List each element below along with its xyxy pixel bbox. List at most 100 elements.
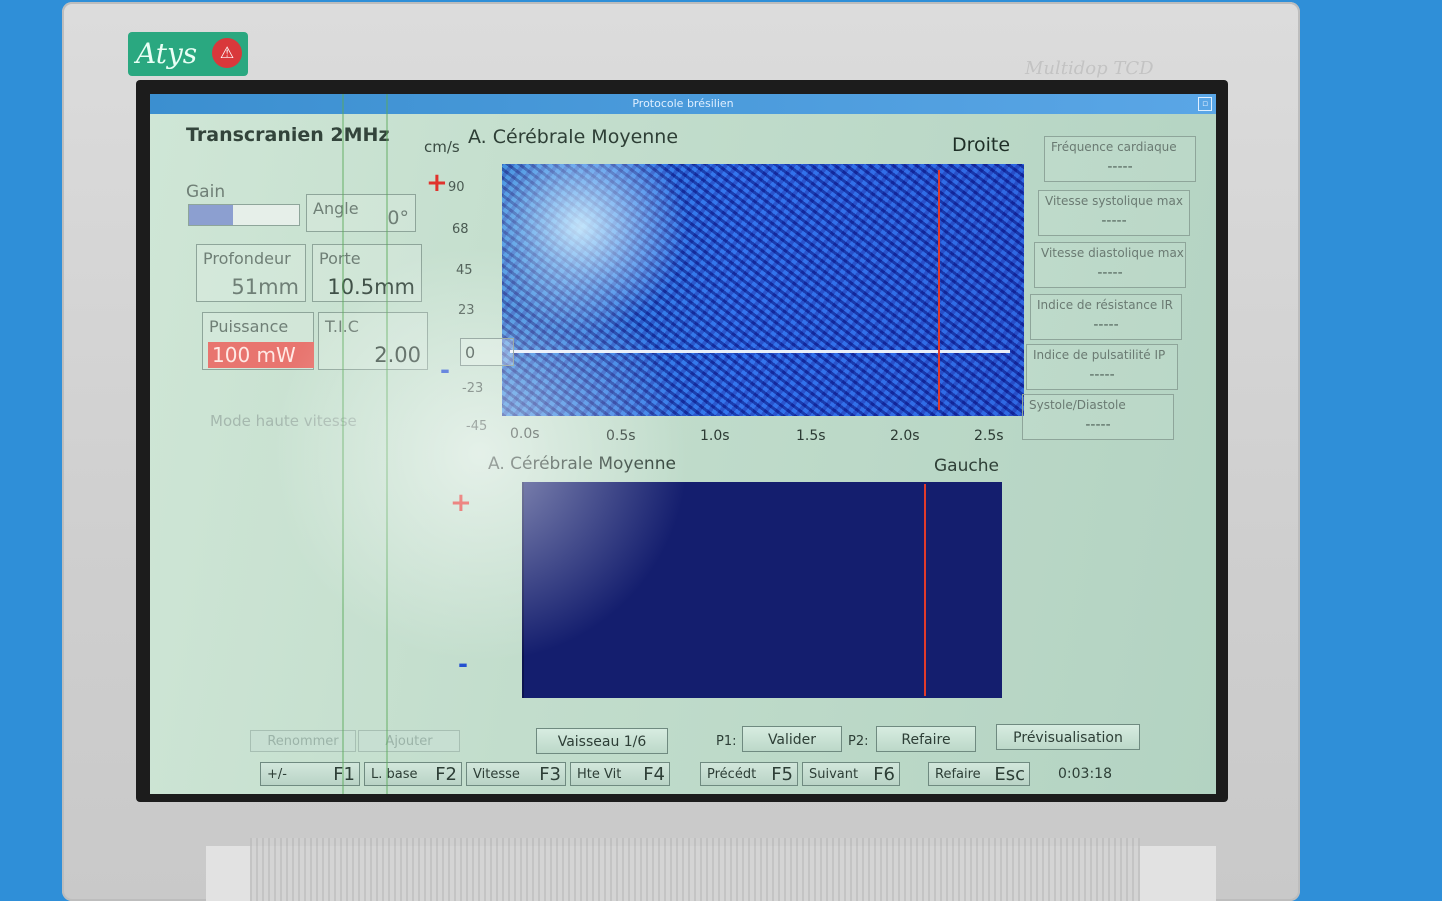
brand-model: Multidop TCD	[1025, 58, 1154, 79]
speaker-grille	[250, 838, 1140, 901]
fkey-label: +/-	[267, 767, 287, 782]
profondeur-label: Profondeur	[203, 249, 291, 268]
fkey-key: F4	[643, 764, 665, 785]
fkey-key: F5	[771, 764, 793, 785]
fkey-label: Vitesse	[473, 767, 520, 782]
fkey-high-speed[interactable]: Hte Vit F4	[570, 762, 670, 786]
puissance-value: 100 mW	[208, 342, 314, 368]
exam-timer: 0:03:18	[1058, 766, 1112, 782]
y-tick: -23	[462, 381, 484, 396]
fkey-label: Refaire	[935, 767, 981, 782]
bottom-doppler-spectrogram	[522, 482, 1002, 698]
rename-button[interactable]: Renommer	[250, 730, 356, 752]
fkey-key: F2	[435, 764, 457, 785]
profondeur-field[interactable]: Profondeur 51mm	[196, 244, 306, 302]
top-sweep-line	[938, 170, 940, 410]
screen: Protocole brésilien ▫ Transcranien 2MHz …	[150, 94, 1216, 794]
top-vessel-label: A. Cérébrale Moyenne	[468, 126, 679, 148]
porte-label: Porte	[319, 249, 361, 268]
bottom-minus-icon: -	[458, 650, 468, 678]
bottom-plus-icon: +	[450, 488, 472, 518]
fkey-label: L. base	[371, 767, 418, 782]
brand-logo-text: Atys	[136, 37, 198, 70]
add-button[interactable]: Ajouter	[358, 730, 460, 752]
porte-field[interactable]: Porte 10.5mm	[312, 244, 422, 302]
angle-field[interactable]: Angle 0°	[306, 194, 416, 232]
measure-systolic-max: Vitesse systolique max -----	[1038, 190, 1190, 236]
x-tick: 1.0s	[700, 428, 730, 444]
angle-value: 0°	[387, 207, 409, 229]
fkey-label: Suivant	[809, 767, 859, 782]
top-doppler-spectrogram	[502, 164, 1024, 416]
measure-label: Indice de pulsatilité IP	[1033, 348, 1166, 362]
measure-label: Vitesse diastolique max	[1041, 246, 1184, 260]
measure-systole-diastole: Systole/Diastole -----	[1022, 394, 1174, 440]
window-titlebar: Protocole brésilien ▫	[150, 94, 1216, 114]
y-tick: 68	[452, 222, 469, 237]
redo-button[interactable]: Refaire	[876, 726, 976, 752]
screen-artifact-line	[342, 94, 344, 794]
baseline-value-field[interactable]: 0	[460, 338, 514, 366]
measure-value: -----	[1107, 159, 1133, 175]
bottom-vessel-label: A. Cérébrale Moyenne	[488, 454, 676, 474]
validate-button[interactable]: Valider	[742, 726, 842, 752]
y-tick: 23	[458, 303, 475, 318]
tic-field[interactable]: T.I.C 2.00	[318, 312, 428, 370]
fkey-label: Précédt	[707, 767, 757, 782]
fkey-key: F6	[873, 764, 895, 785]
profondeur-value: 51mm	[231, 275, 299, 299]
fkey-speed[interactable]: Vitesse F3	[466, 762, 566, 786]
measure-value: -----	[1097, 265, 1123, 281]
bottom-side-label: Gauche	[934, 456, 999, 476]
fkey-key: F3	[539, 764, 561, 785]
measure-label: Fréquence cardiaque	[1051, 140, 1177, 154]
measure-label: Systole/Diastole	[1029, 398, 1126, 412]
x-tick: 0.0s	[510, 426, 540, 442]
x-tick: 0.5s	[606, 428, 636, 444]
y-tick: 90	[448, 180, 465, 195]
measure-label: Indice de résistance IR	[1037, 298, 1173, 312]
high-speed-mode-label[interactable]: Mode haute vitesse	[210, 412, 357, 430]
x-tick: 1.5s	[796, 428, 826, 444]
measure-resistance-index: Indice de résistance IR -----	[1030, 294, 1182, 340]
fkey-key: Esc	[994, 764, 1025, 785]
p2-label: P2:	[848, 734, 869, 749]
window-close-icon[interactable]: ▫	[1198, 97, 1212, 111]
measure-diastolic-max: Vitesse diastolique max -----	[1034, 242, 1186, 288]
y-tick: 45	[456, 263, 473, 278]
window-title: Protocole brésilien	[632, 97, 734, 110]
probe-label: Transcranien 2MHz	[186, 124, 390, 146]
fkey-plus-minus[interactable]: +/- F1	[260, 762, 360, 786]
fkey-next[interactable]: Suivant F6	[802, 762, 900, 786]
screen-artifact-line	[386, 94, 388, 794]
measure-value: -----	[1101, 213, 1127, 229]
top-side-label: Droite	[952, 134, 1011, 156]
puissance-label: Puissance	[209, 317, 289, 336]
top-minus-icon: -	[440, 356, 450, 384]
fkey-baseline[interactable]: L. base F2	[364, 762, 462, 786]
angle-label: Angle	[313, 199, 359, 218]
gain-label: Gain	[186, 182, 226, 202]
fkey-previous[interactable]: Précédt F5	[700, 762, 798, 786]
measure-value: -----	[1085, 417, 1111, 433]
x-tick: 2.5s	[974, 428, 1004, 444]
gain-slider[interactable]	[188, 204, 300, 226]
top-baseline	[510, 350, 1010, 353]
fkey-redo[interactable]: Refaire Esc	[928, 762, 1030, 786]
porte-value: 10.5mm	[327, 275, 415, 299]
preview-button[interactable]: Prévisualisation	[996, 724, 1140, 750]
fkey-label: Hte Vit	[577, 767, 622, 782]
brand-mark-icon: ⚠	[212, 38, 242, 68]
vessel-select-button[interactable]: Vaisseau 1/6	[536, 728, 668, 754]
top-unit-label: cm/s	[424, 138, 460, 156]
measure-value: -----	[1089, 367, 1115, 383]
fkey-key: F1	[333, 764, 355, 785]
top-plus-icon: +	[426, 168, 448, 198]
measure-pulsatility-index: Indice de pulsatilité IP -----	[1026, 344, 1178, 390]
tic-value: 2.00	[374, 343, 421, 367]
gain-slider-fill	[189, 205, 233, 225]
bottom-sweep-line	[924, 484, 926, 696]
brand-logo: Atys ⚠	[128, 32, 248, 76]
x-tick: 2.0s	[890, 428, 920, 444]
measure-value: -----	[1093, 317, 1119, 333]
